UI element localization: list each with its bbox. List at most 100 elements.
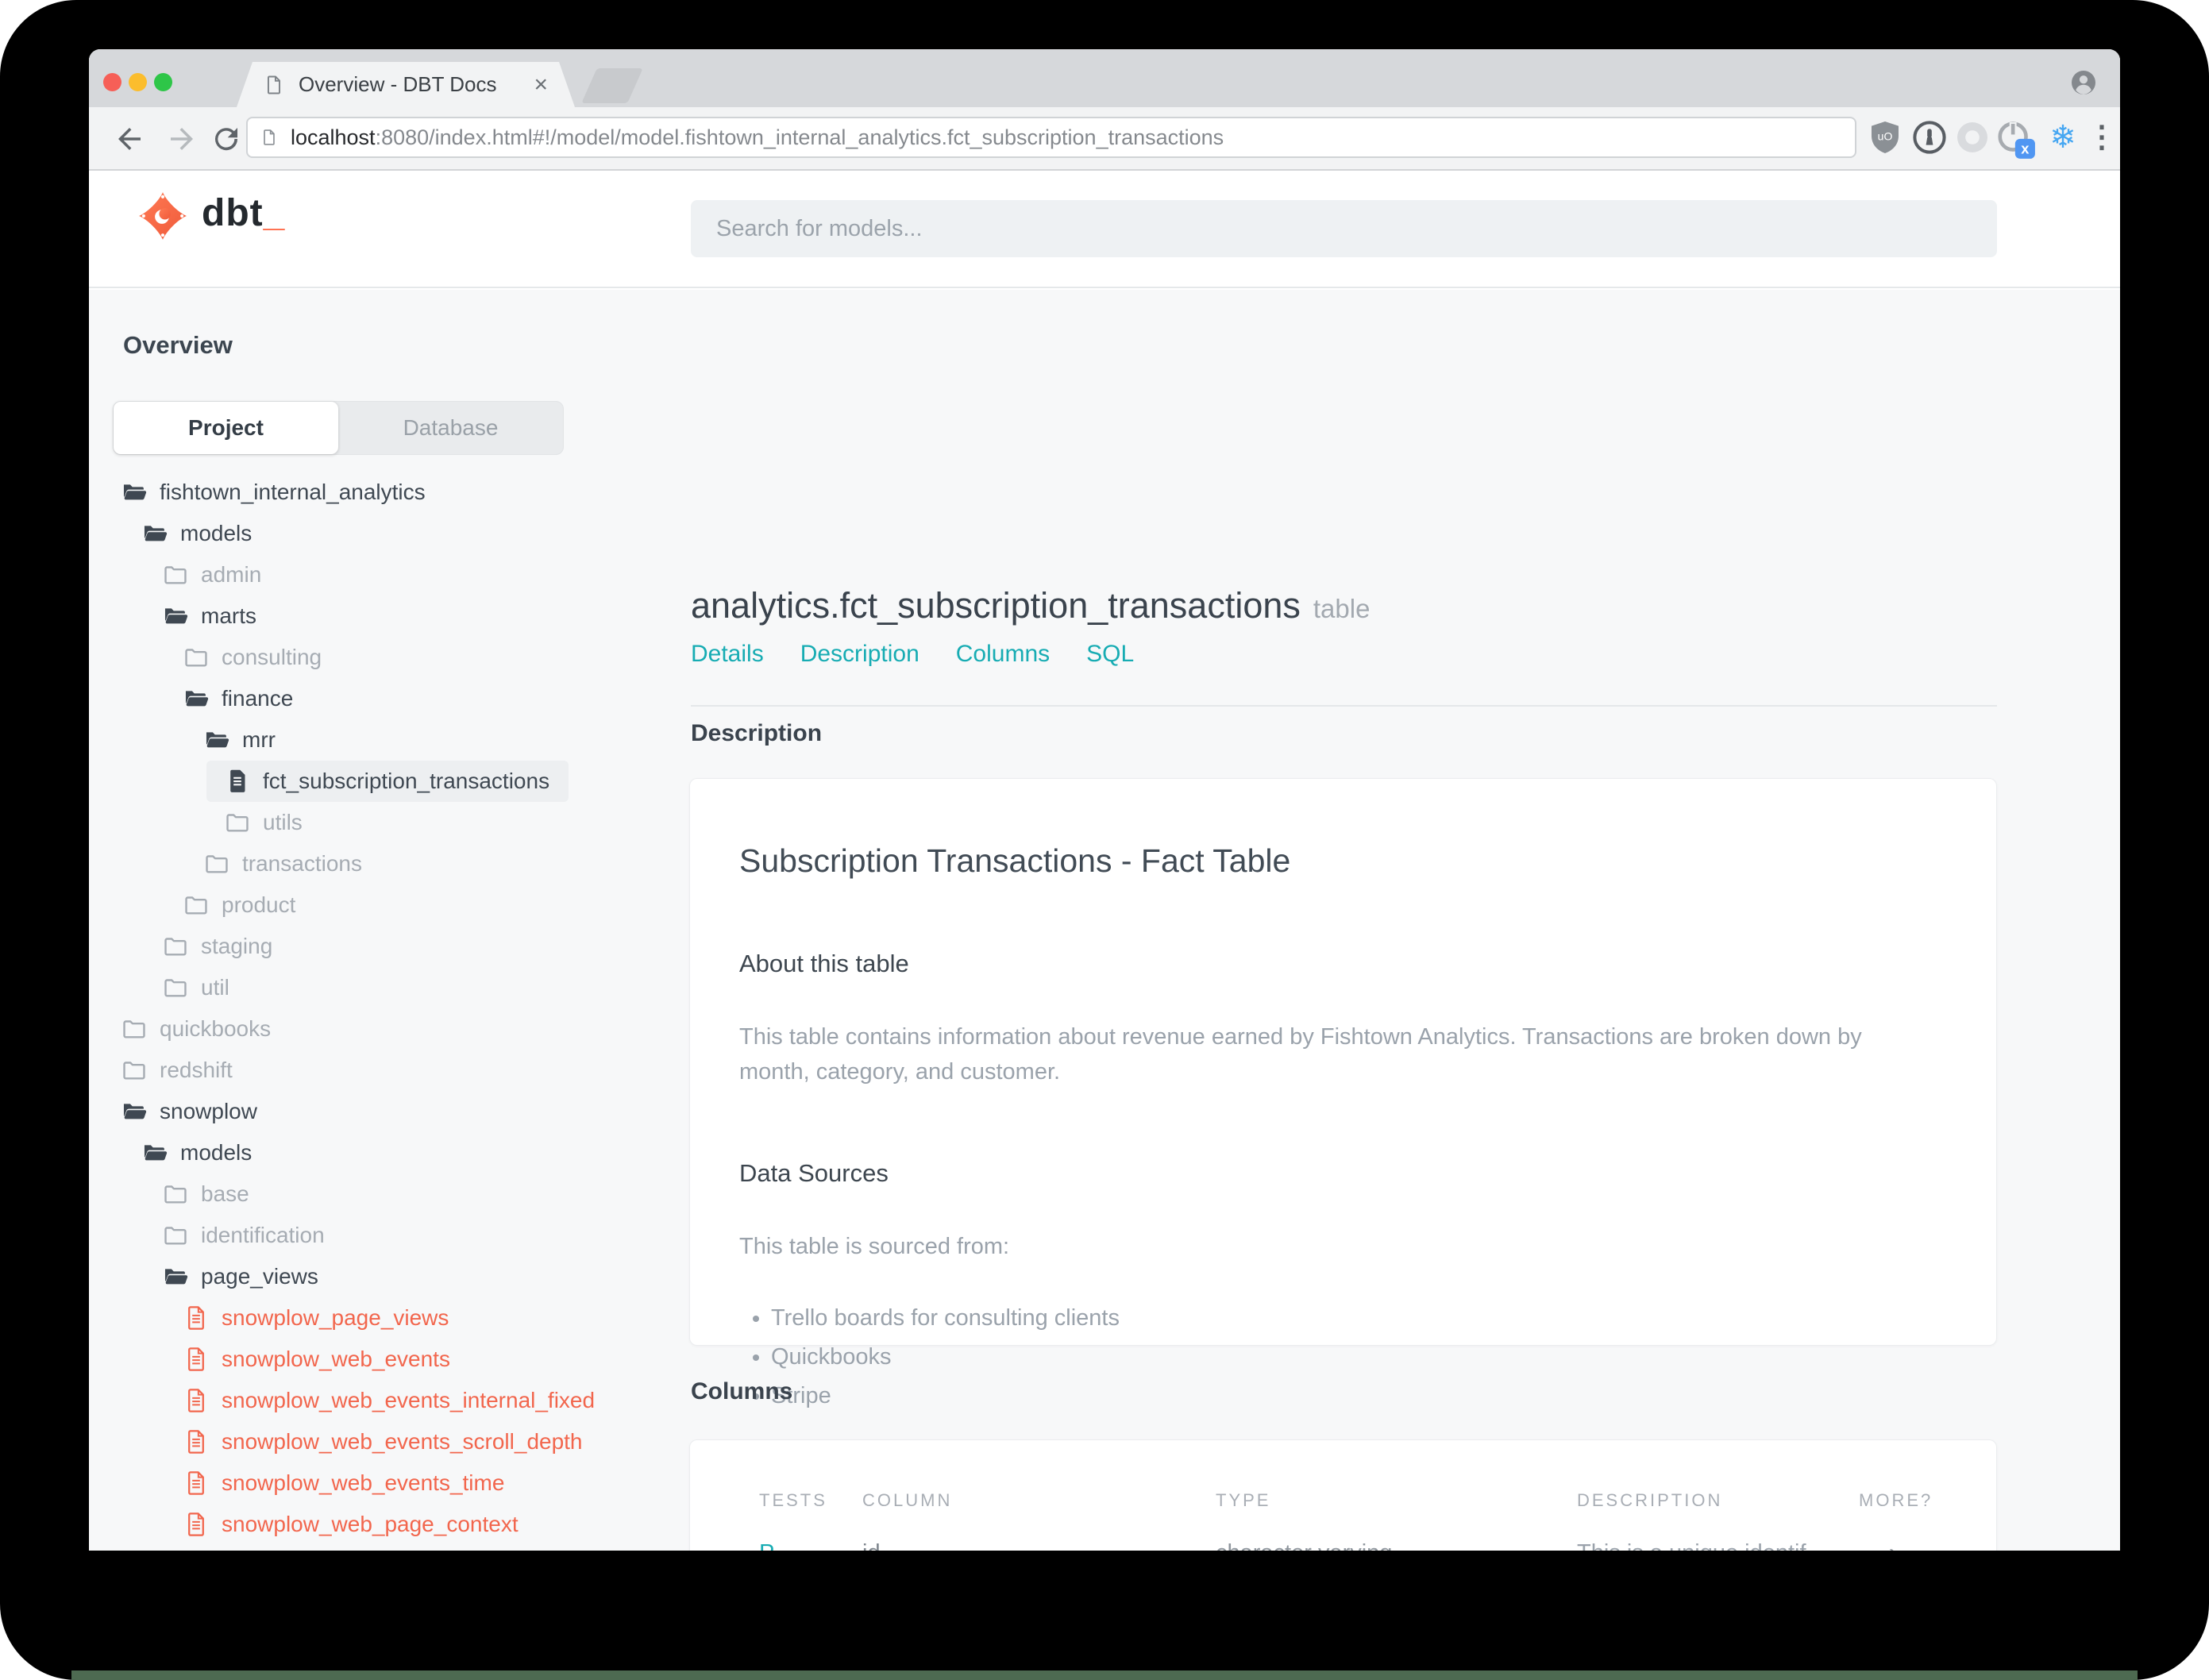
tree-item-staging[interactable]: staging (89, 926, 689, 967)
columns-table-header: TESTS COLUMN TYPE DESCRIPTION MORE? (759, 1477, 1949, 1524)
sources-list: Trello boards for consulting clients Quic… (739, 1305, 1947, 1409)
folder-icon (183, 644, 210, 671)
folder-icon (183, 892, 210, 919)
sidebar-tab-project[interactable]: Project (114, 402, 338, 454)
close-window-button[interactable] (103, 73, 121, 91)
model-nav-details[interactable]: Details (691, 641, 764, 668)
browser-tab[interactable]: Overview - DBT Docs × (237, 62, 575, 107)
tree-item-models[interactable]: models (89, 513, 689, 554)
columns-table-body: Pidcharacter varyingThis is a unique ide… (759, 1524, 1949, 1551)
folder-open-icon (162, 1263, 189, 1290)
sidebar-tab-database[interactable]: Database (338, 402, 563, 454)
expand-row-icon[interactable]: › (1859, 1538, 1949, 1551)
tree-item-util[interactable]: util (89, 967, 689, 1008)
tree-item-redshift[interactable]: redshift (89, 1050, 689, 1091)
new-tab-button[interactable] (581, 68, 643, 103)
back-icon[interactable] (113, 122, 146, 156)
url-bar[interactable]: localhost:8080/index.html#!/model/model.… (246, 117, 1856, 158)
folder-icon (203, 850, 230, 877)
tree-item-label: snowplow (160, 1099, 257, 1123)
tree-item-label: base (201, 1181, 249, 1206)
logo-underscore: _ (263, 192, 286, 234)
ublock-extension-icon[interactable]: uO (1866, 118, 1904, 156)
minimize-window-button[interactable] (129, 73, 147, 91)
model-nav-sql[interactable]: SQL (1086, 641, 1134, 668)
tree-item-snowplow_web_events_internal_fixed[interactable]: snowplow_web_events_internal_fixed (89, 1380, 689, 1421)
model-nav-columns[interactable]: Columns (956, 641, 1050, 668)
tree-item-snowplow_web_events[interactable]: snowplow_web_events (89, 1339, 689, 1380)
tree-item-models[interactable]: models (89, 1132, 689, 1173)
tree-item-snowplow_web_events_time[interactable]: snowplow_web_events_time (89, 1462, 689, 1504)
tree-item-marts[interactable]: marts (89, 595, 689, 637)
folder-icon (162, 974, 189, 1001)
tree-item-transactions[interactable]: transactions (89, 843, 689, 884)
file-outline-icon (183, 1387, 210, 1414)
model-type-badge: table (1313, 594, 1371, 623)
sidebar-overview-label[interactable]: Overview (123, 331, 233, 360)
browser-tabstrip: Overview - DBT Docs × (89, 49, 2120, 107)
snowflake-extension-icon[interactable]: ❄ (2044, 118, 2082, 156)
folder-open-icon (141, 520, 168, 547)
file-outline-icon (183, 1346, 210, 1373)
source-item: Quickbooks (771, 1344, 1947, 1370)
search-input[interactable] (715, 214, 1973, 243)
tree-item-identification[interactable]: identification (89, 1215, 689, 1256)
tree-item-page_views[interactable]: page_views (89, 1256, 689, 1297)
tree-item-label: mrr (242, 727, 276, 752)
search-box (691, 200, 1997, 257)
browser-menu-icon[interactable]: ⋮ (2087, 118, 2117, 156)
folder-open-icon (162, 603, 189, 630)
card-title: Subscription Transactions - Fact Table (739, 842, 1291, 879)
folder-icon (162, 1181, 189, 1208)
reload-icon[interactable] (210, 122, 243, 156)
desktop-wallpaper-edge (71, 1670, 2138, 1680)
tree-item-fishtown_internal_analytics[interactable]: fishtown_internal_analytics (89, 472, 689, 513)
onepassword-extension-icon[interactable] (1910, 118, 1949, 156)
power-extension-icon[interactable]: x (1995, 118, 2037, 161)
tree-item-label: models (180, 1140, 253, 1165)
column-row-id[interactable]: Pidcharacter varyingThis is a unique ide… (759, 1524, 1949, 1551)
column-header-more: MORE? (1859, 1490, 1933, 1510)
tree-item-mrr[interactable]: mrr (89, 719, 689, 761)
close-tab-icon[interactable]: × (534, 73, 548, 97)
tree-item-snowplow[interactable]: snowplow (89, 1091, 689, 1132)
pocket-extension-icon[interactable] (1953, 118, 1991, 156)
tree-item-consulting[interactable]: consulting (89, 637, 689, 678)
column-header-tests: TESTS (759, 1490, 827, 1510)
svg-text:x: x (2021, 141, 2030, 157)
column-description: This is a unique identif… (1577, 1540, 1859, 1551)
tree-item-label: snowplow_web_events_internal_fixed (222, 1388, 596, 1412)
tree-item-snowplow_page_views[interactable]: snowplow_page_views (89, 1297, 689, 1339)
columns-section-heading: Columns (691, 1378, 793, 1404)
tree-item-label: snowplow_web_events_scroll_depth (222, 1429, 583, 1454)
project-tree: fishtown_internal_analytics models admin ma… (89, 472, 689, 1545)
tree-item-snowplow_web_events_scroll_depth[interactable]: snowplow_web_events_scroll_depth (89, 1421, 689, 1462)
tree-item-label: snowplow_web_events_time (222, 1470, 505, 1495)
dbt-logo-icon[interactable] (137, 190, 189, 242)
folder-open-icon (121, 1098, 148, 1125)
tree-item-admin[interactable]: admin (89, 554, 689, 595)
divider (691, 705, 1997, 707)
tree-item-quickbooks[interactable]: quickbooks (89, 1008, 689, 1050)
zoom-window-button[interactable] (154, 73, 172, 91)
column-header-description: DESCRIPTION (1577, 1490, 1723, 1510)
tree-item-base[interactable]: base (89, 1173, 689, 1215)
folder-icon (121, 1057, 148, 1084)
tree-item-snowplow_web_page_context[interactable]: snowplow_web_page_context (89, 1504, 689, 1545)
columns-card: TESTS COLUMN TYPE DESCRIPTION MORE? Pidchara… (689, 1439, 1997, 1551)
model-nav: Details Description Columns SQL (691, 641, 1134, 668)
tree-item-label: snowplow_page_views (222, 1305, 449, 1330)
tree-item-product[interactable]: product (89, 884, 689, 926)
page-content: Overview Project Database fishtown_intern… (89, 290, 2120, 1551)
folder-open-icon (141, 1139, 168, 1166)
profile-avatar-icon[interactable] (2069, 68, 2098, 97)
dbt-header: dbt_ (89, 171, 2120, 288)
tree-item-fct_subscription_transactions[interactable]: fct_subscription_transactions (206, 761, 569, 802)
file-icon (224, 768, 251, 795)
model-nav-description[interactable]: Description (800, 641, 919, 668)
tree-item-finance[interactable]: finance (89, 678, 689, 719)
tree-item-utils[interactable]: utils (89, 802, 689, 843)
forward-icon[interactable] (165, 122, 199, 156)
folder-icon (162, 1222, 189, 1249)
tree-item-label: fct_subscription_transactions (263, 769, 550, 793)
